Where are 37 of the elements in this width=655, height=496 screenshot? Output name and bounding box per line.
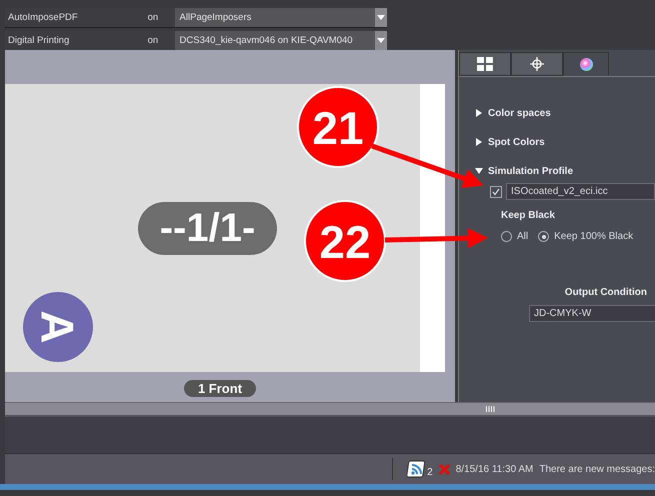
- panel-tab[interactable]: [511, 52, 563, 76]
- output-condition-field[interactable]: JD-CMYK-W: [529, 305, 655, 322]
- output-condition-label: Output Condition: [564, 287, 647, 298]
- radio-button[interactable]: [501, 231, 512, 242]
- section-header[interactable]: Spot Colors: [475, 136, 655, 148]
- crosshair-icon: [530, 57, 544, 71]
- radio-button[interactable]: [538, 231, 550, 242]
- option-label: AutoImposePDF: [7, 12, 79, 23]
- dropdown[interactable]: DCS340_kie-qavm046 on KIE-QAVM040: [174, 31, 387, 50]
- section-header[interactable]: Simulation Profile: [475, 165, 655, 177]
- option-state: on: [148, 12, 160, 23]
- option-state: on: [148, 35, 160, 46]
- option-label: Digital Printing: [7, 35, 70, 46]
- dropdown[interactable]: AllPageImposers: [174, 8, 387, 27]
- option-group-label: Keep Black: [501, 210, 555, 221]
- feed-count: 2: [427, 467, 433, 478]
- callout-marker: 21: [297, 86, 379, 168]
- side-badge: A: [23, 292, 93, 362]
- section-header[interactable]: Color spaces: [475, 107, 655, 119]
- panel-tab[interactable]: [563, 52, 609, 76]
- grip-icon: [486, 406, 495, 412]
- status-timestamp: 8/15/16 11:30 AM: [456, 464, 534, 474]
- page-number-label: --1/1-: [138, 202, 278, 254]
- callout-marker: 22: [304, 200, 386, 282]
- color-wheel-icon: [580, 58, 592, 70]
- status-message: There are new messages:: [539, 464, 655, 474]
- checkbox[interactable]: [490, 186, 502, 198]
- caret-icon: [377, 15, 385, 20]
- panel-tab[interactable]: [459, 52, 511, 76]
- caret-icon: [377, 38, 385, 43]
- side-label: 1 Front: [184, 380, 256, 397]
- radio-label: All: [517, 231, 528, 242]
- error-icon: [438, 464, 450, 474]
- profile-field[interactable]: ISOcoated_v2_eci.icc: [506, 183, 655, 200]
- grid-icon: [477, 57, 493, 71]
- feed-icon[interactable]: [407, 460, 428, 478]
- radio-label: Keep 100% Black: [554, 231, 634, 242]
